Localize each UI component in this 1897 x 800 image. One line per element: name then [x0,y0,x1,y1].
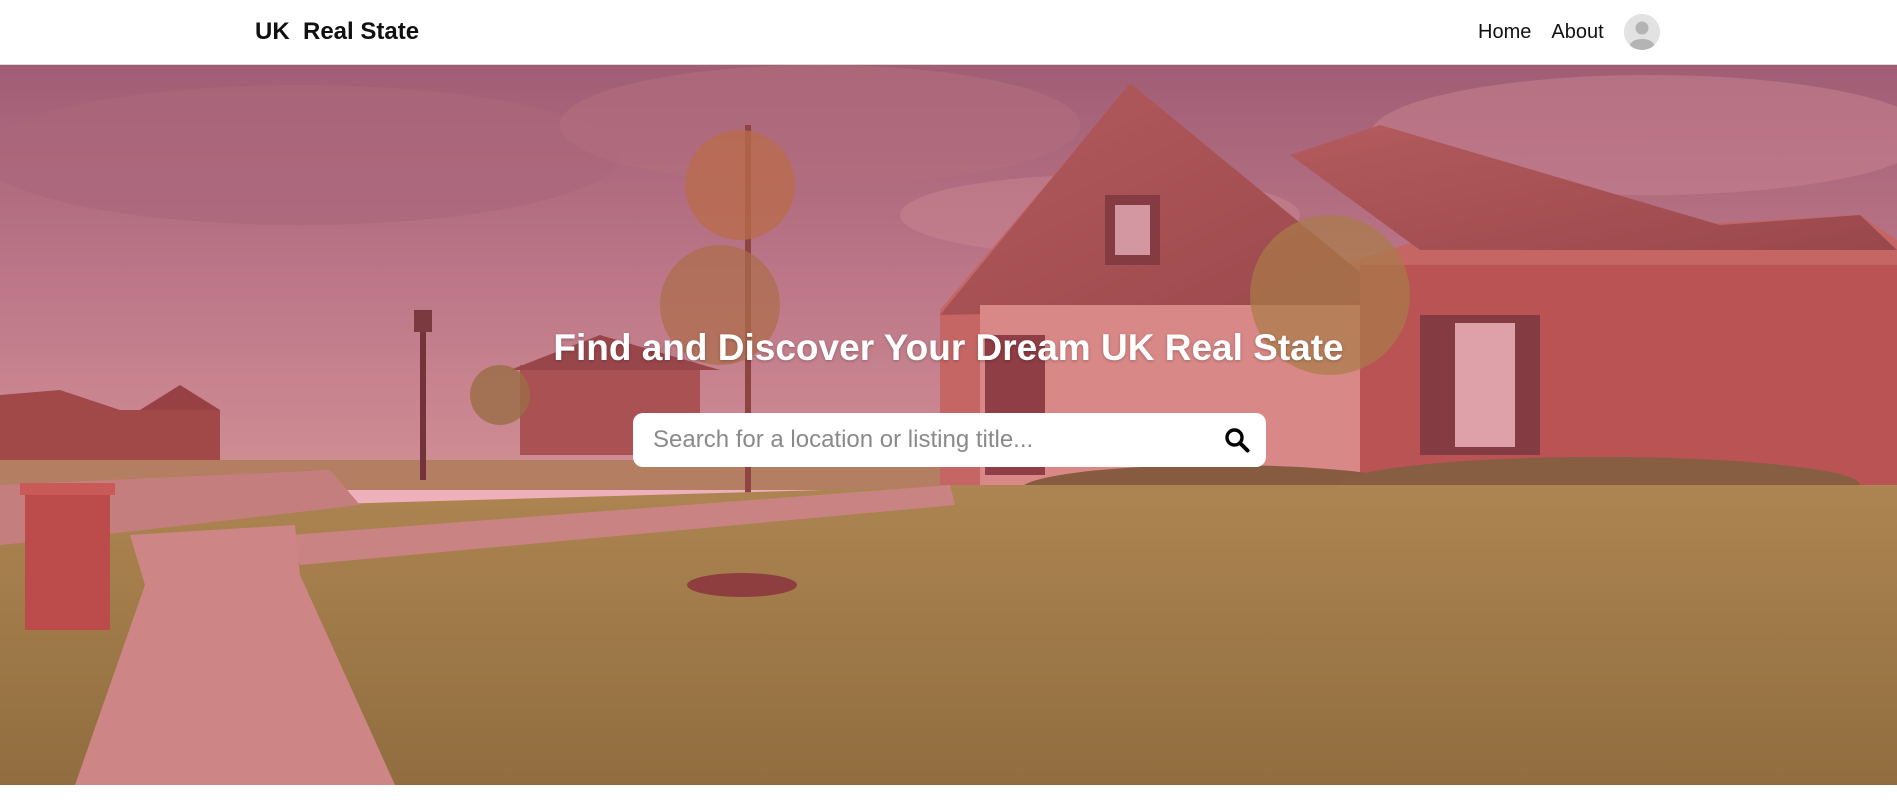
hero-title-highlight: UK [1100,327,1155,368]
user-avatar-icon[interactable] [1623,14,1660,50]
search-icon [1225,428,1250,453]
top-navbar: UK Real State Home About [0,0,1897,65]
nav-link-about[interactable]: About [1551,21,1603,44]
search-bar [633,413,1266,467]
nav-link-home[interactable]: Home [1478,21,1531,44]
brand-logo-text[interactable]: UK Real State [255,18,419,46]
hero-section: Find and Discover Your Dream UK Real Sta… [0,65,1897,785]
hero-title: Find and Discover Your Dream UK Real Sta… [553,327,1344,368]
nav-links: Home About [1478,14,1660,50]
search-input[interactable] [633,413,1208,467]
search-button[interactable] [1208,413,1266,467]
page-bottom-edge [0,785,1897,800]
